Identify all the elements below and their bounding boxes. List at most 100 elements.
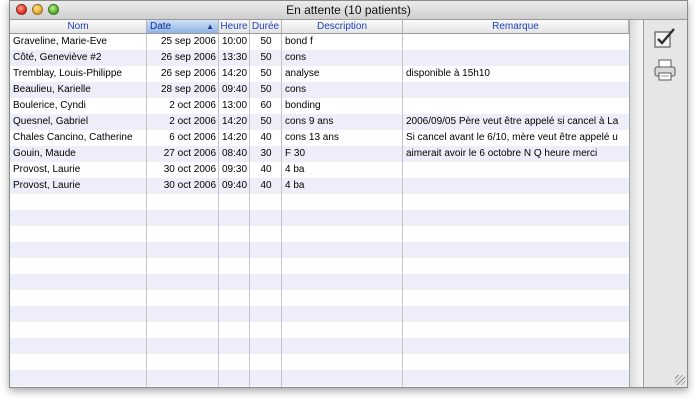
table-row[interactable]: Quesnel, Gabriel 2 oct 2006 14:20 50 cons 9 …	[10, 114, 629, 130]
table-row[interactable]: Provost, Laurie 30 oct 2006 09:40 40 4 ba	[10, 178, 629, 194]
cell-nom: Gouin, Maude	[13, 148, 76, 159]
table-row[interactable]: Beaulieu, Karielle 28 sep 2006 09:40 50 cons	[10, 82, 629, 98]
empty-row[interactable]	[10, 210, 629, 226]
table-row[interactable]: Chales Cancino, Catherine 6 oct 2006 14:20…	[10, 130, 629, 146]
sort-ascending-icon: ▲	[206, 22, 214, 31]
cell-heure: 13:00	[222, 100, 248, 111]
column-divider	[146, 34, 147, 387]
title-bar[interactable]: En attente (10 patients)	[10, 1, 687, 20]
empty-row[interactable]	[10, 370, 629, 386]
column-divider	[218, 34, 219, 387]
column-header-nom[interactable]: Nom	[10, 20, 147, 33]
empty-row[interactable]	[10, 274, 629, 290]
cell-duree: 60	[260, 100, 272, 111]
cell-heure: 09:30	[222, 164, 248, 175]
cell-duree: 50	[260, 84, 272, 95]
table-row[interactable]: Gouin, Maude 27 oct 2006 08:40 30 F 30 aimera…	[10, 146, 629, 162]
cell-duree: 50	[260, 52, 272, 63]
column-divider	[402, 34, 403, 387]
cell-remarque	[403, 34, 629, 50]
cell-remarque: aimerait avoir le 6 octobre N Q heure me…	[406, 148, 598, 159]
empty-row[interactable]	[10, 258, 629, 274]
cell-description: 4 ba	[285, 164, 305, 175]
cell-heure: 09:40	[222, 180, 248, 191]
cell-description: cons 9 ans	[285, 116, 334, 127]
cell-description: cons	[285, 84, 307, 95]
cell-date: 26 sep 2006	[160, 52, 216, 63]
cell-remarque	[403, 162, 629, 178]
cell-nom: Côté, Geneviève #2	[13, 52, 102, 63]
column-header-description[interactable]: Description	[282, 20, 403, 33]
cell-remarque	[403, 50, 629, 66]
empty-row[interactable]	[10, 306, 629, 322]
cell-duree: 50	[260, 68, 272, 79]
cell-date: 2 oct 2006	[169, 100, 216, 111]
cell-nom: Tremblay, Louis-Philippe	[13, 68, 122, 79]
table-row[interactable]: Tremblay, Louis-Philippe 26 sep 2006 14:20…	[10, 66, 629, 82]
vertical-scrollbar[interactable]	[629, 20, 643, 387]
checklist-icon[interactable]	[653, 26, 677, 50]
empty-row[interactable]	[10, 338, 629, 354]
table-row[interactable]: Côté, Geneviève #2 26 sep 2006 13:30 50 cons	[10, 50, 629, 66]
cell-nom: Beaulieu, Karielle	[13, 84, 91, 95]
empty-row[interactable]	[10, 242, 629, 258]
patients-table: Nom Date ▲ Heure Durée Description Remarque Gr…	[10, 20, 629, 387]
cell-date: 30 oct 2006	[163, 180, 216, 191]
empty-row[interactable]	[10, 194, 629, 210]
column-header-label: Heure	[220, 21, 248, 32]
cell-duree: 40	[260, 164, 272, 175]
zoom-window-button[interactable]	[48, 4, 59, 15]
cell-date: 27 oct 2006	[163, 148, 216, 159]
cell-date: 2 oct 2006	[169, 116, 216, 127]
close-window-button[interactable]	[16, 4, 27, 15]
minimize-window-button[interactable]	[32, 4, 43, 15]
table-header: Nom Date ▲ Heure Durée Description Remarque	[10, 20, 629, 34]
empty-row[interactable]	[10, 354, 629, 370]
cell-description: cons	[285, 52, 307, 63]
cell-duree: 50	[260, 116, 272, 127]
column-header-label: Remarque	[492, 21, 539, 32]
cell-date: 30 oct 2006	[163, 164, 216, 175]
waiting-list-window: En attente (10 patients) Nom Date ▲ Heure Du…	[9, 0, 688, 388]
column-header-label: Durée	[251, 21, 280, 32]
cell-nom: Graveline, Marie-Eve	[13, 36, 107, 47]
cell-nom: Provost, Laurie	[13, 180, 81, 191]
table-row[interactable]: Provost, Laurie 30 oct 2006 09:30 40 4 ba	[10, 162, 629, 178]
resize-handle[interactable]	[675, 375, 685, 385]
cell-heure: 14:20	[222, 116, 248, 127]
column-header-remarque[interactable]: Remarque	[403, 20, 629, 33]
empty-row[interactable]	[10, 290, 629, 306]
tool-sidebar	[643, 20, 687, 387]
cell-date: 25 sep 2006	[160, 36, 216, 47]
cell-heure: 14:20	[222, 68, 248, 79]
cell-nom: Chales Cancino, Catherine	[13, 132, 133, 143]
table-body: Graveline, Marie-Eve 25 sep 2006 10:00 50 bo…	[10, 34, 629, 387]
column-divider	[281, 34, 282, 387]
column-header-duree[interactable]: Durée	[250, 20, 282, 33]
cell-remarque	[403, 98, 629, 114]
cell-description: cons 13 ans	[285, 132, 339, 143]
empty-row[interactable]	[10, 322, 629, 338]
cell-remarque: Si cancel avant le 6/10, mère veut être …	[406, 132, 618, 143]
cell-remarque: disponible à 15h10	[406, 68, 490, 79]
column-header-heure[interactable]: Heure	[219, 20, 250, 33]
cell-heure: 14:20	[222, 132, 248, 143]
cell-date: 28 sep 2006	[160, 84, 216, 95]
column-divider	[249, 34, 250, 387]
empty-row[interactable]	[10, 226, 629, 242]
cell-description: bonding	[285, 100, 321, 111]
cell-heure: 13:30	[222, 52, 248, 63]
printer-icon[interactable]	[653, 58, 677, 82]
cell-heure: 10:00	[222, 36, 248, 47]
table-row[interactable]: Boulerice, Cyndi 2 oct 2006 13:00 60 bonding	[10, 98, 629, 114]
cell-nom: Provost, Laurie	[13, 164, 81, 175]
column-header-label: Date	[150, 21, 172, 32]
table-row[interactable]: Graveline, Marie-Eve 25 sep 2006 10:00 50 bo…	[10, 34, 629, 50]
cell-heure: 09:40	[222, 84, 248, 95]
cell-nom: Boulerice, Cyndi	[13, 100, 86, 111]
window-title: En attente (10 patients)	[286, 3, 411, 17]
column-header-date[interactable]: Date ▲	[147, 20, 219, 33]
cell-remarque	[403, 178, 629, 194]
cell-nom: Quesnel, Gabriel	[13, 116, 89, 127]
cell-duree: 50	[260, 36, 272, 47]
